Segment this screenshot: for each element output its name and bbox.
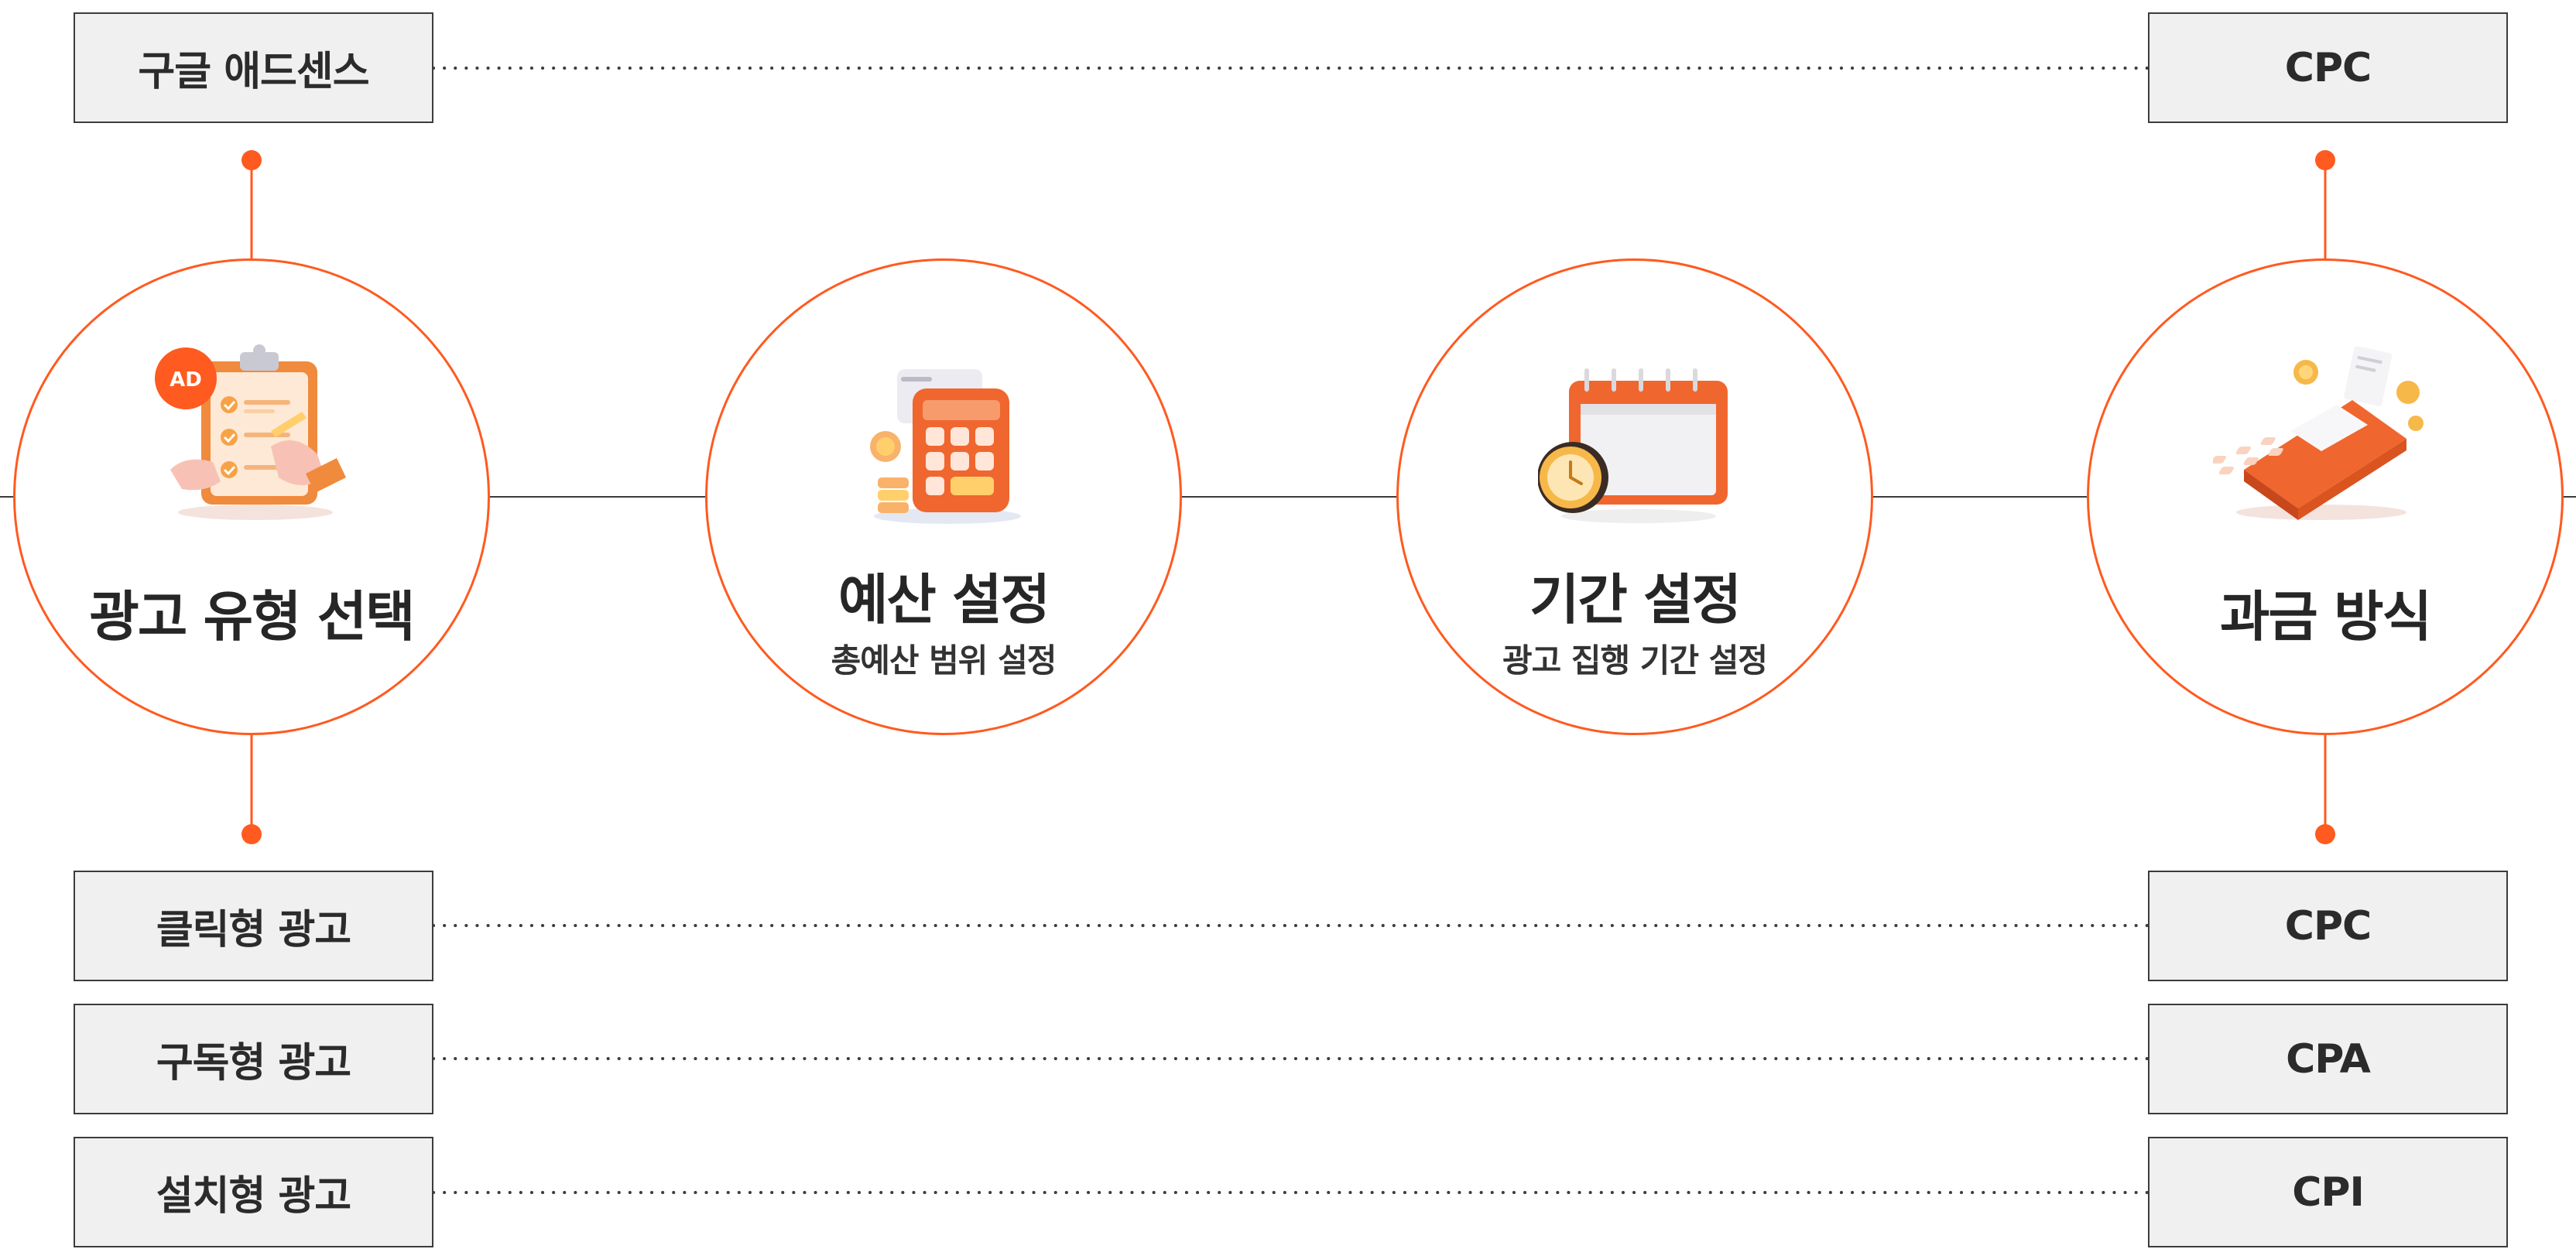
calendar-clock-icon	[1538, 368, 1728, 523]
step-circle-period: 기간 설정 광고 집행 기간 설정	[1396, 258, 1873, 735]
step-circle-billing: 과금 방식	[2087, 258, 2564, 735]
ad-type-box-click: 클릭형 광고	[74, 871, 433, 981]
connector-dot	[242, 150, 262, 170]
step-title: 기간 설정	[1530, 568, 1742, 631]
calculator-icon	[870, 369, 1021, 524]
ad-type-box-subscribe: 구독형 광고	[74, 1004, 433, 1114]
ad-type-label: 클릭형 광고	[156, 907, 351, 953]
step-title: 과금 방식	[2220, 585, 2432, 648]
billing-box-cpa: CPA	[2148, 1004, 2508, 1114]
billing-label: CPI	[2292, 1169, 2365, 1216]
step-circle-ad-type: AD 광고 유형 선택	[13, 258, 490, 735]
step-subtitle: 광고 집행 기간 설정	[1502, 642, 1768, 679]
ad-clipboard-icon: AD	[155, 344, 346, 520]
step-subtitle: 총예산 범위 설정	[831, 642, 1057, 679]
card-terminal-icon	[2213, 346, 2424, 520]
step-circle-budget: 예산 설정 총예산 범위 설정	[705, 258, 1182, 735]
step-title: 광고 유형 선택	[89, 585, 415, 648]
billing-box-cpi: CPI	[2148, 1137, 2508, 1247]
billing-box-cpc: CPC	[2148, 871, 2508, 981]
ad-type-box-install: 설치형 광고	[74, 1137, 433, 1247]
ad-network-billing-box: CPC	[2148, 12, 2508, 123]
connector-dot	[2315, 150, 2335, 170]
billing-label: CPC	[2284, 902, 2372, 950]
ad-type-label: 설치형 광고	[156, 1173, 351, 1220]
ad-network-box: 구글 애드센스	[74, 12, 433, 123]
icon-badge-text: AD	[170, 368, 202, 392]
ad-network-billing-label: CPC	[2284, 44, 2372, 91]
ad-type-label: 구독형 광고	[156, 1040, 351, 1086]
connector-dot	[242, 824, 262, 844]
connector-dot	[2315, 824, 2335, 844]
ad-network-label: 구글 애드센스	[138, 49, 369, 95]
step-title: 예산 설정	[838, 568, 1050, 631]
billing-label: CPA	[2286, 1035, 2371, 1083]
